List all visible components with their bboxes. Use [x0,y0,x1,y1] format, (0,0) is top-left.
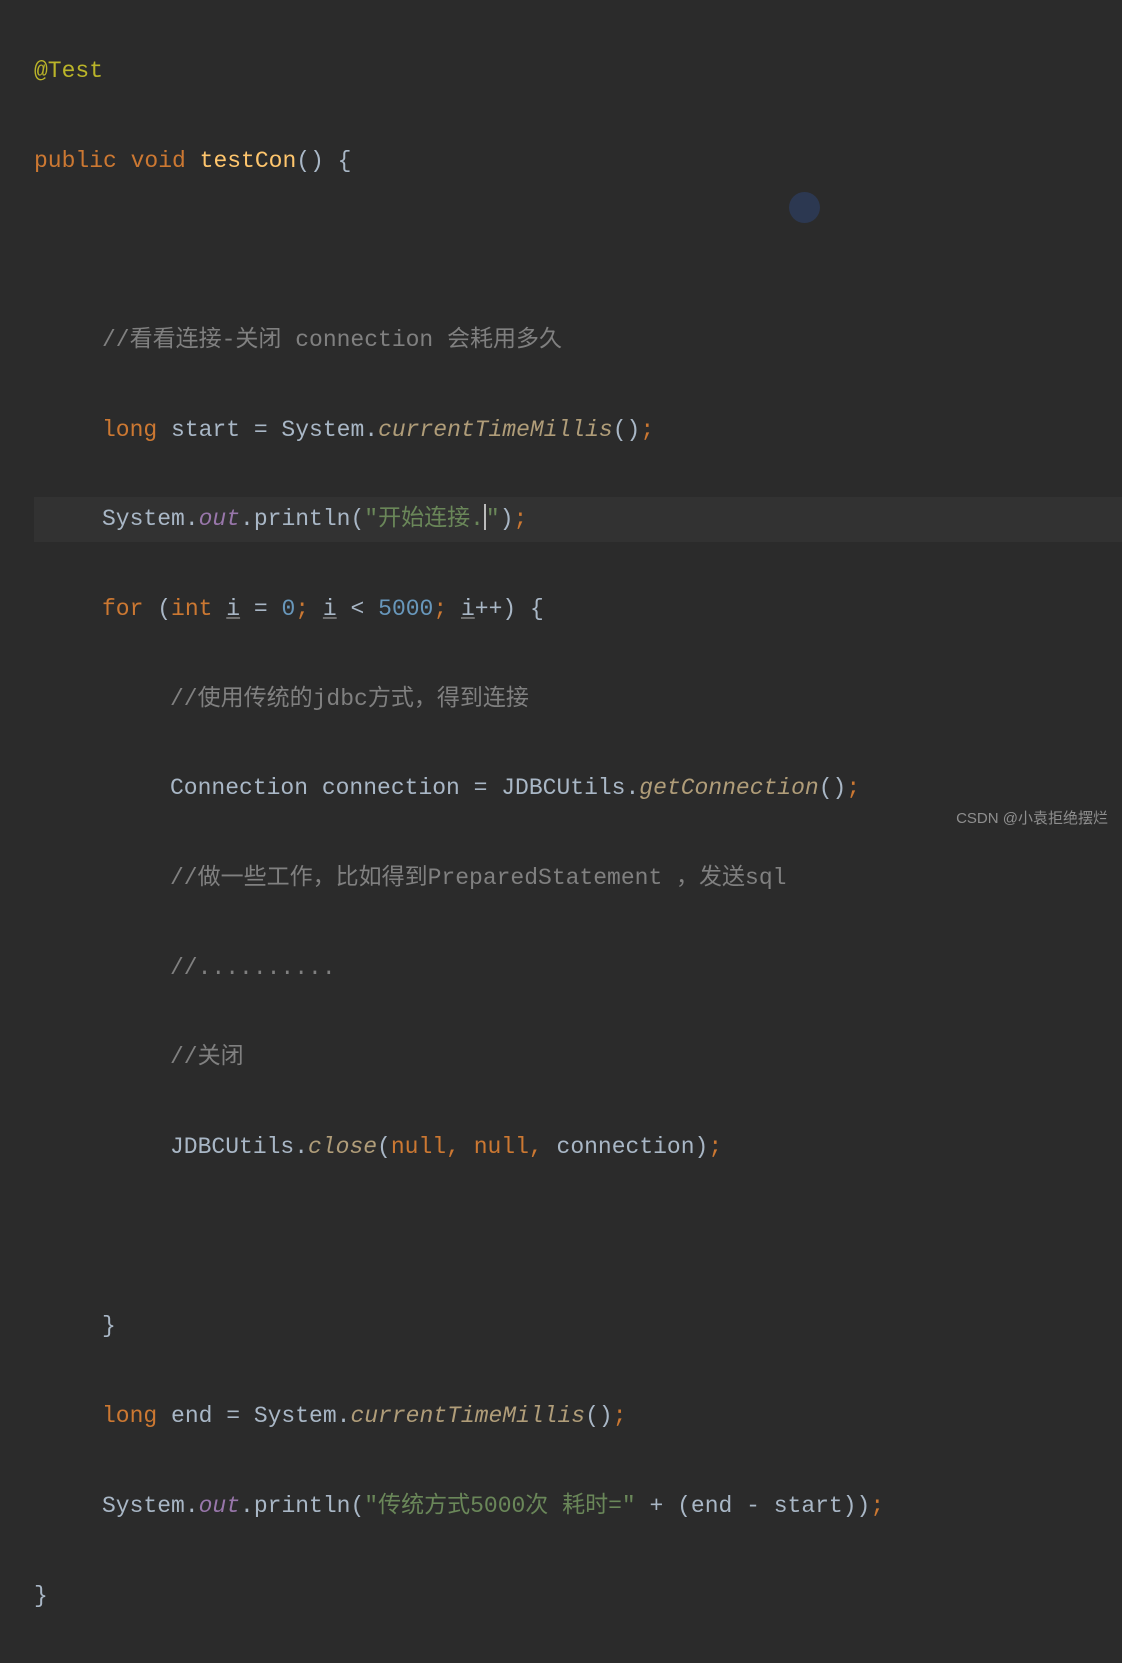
code-line: long start = System.currentTimeMillis(); [34,408,1122,453]
code-line: JDBCUtils.close(null, null, connection); [34,1125,1122,1170]
annotation: @Test [34,58,103,84]
code-line: } [34,1304,1122,1349]
code-line: //做一些工作，比如得到PreparedStatement ，发送sql [34,856,1122,901]
code-line-empty [34,228,1122,273]
code-line: //看看连接-关闭 connection 会耗用多久 [34,318,1122,363]
code-editor[interactable]: @Test public void testCon() { //看看连接-关闭 … [0,4,1122,1663]
code-line: //使用传统的jdbc方式，得到连接 [34,677,1122,722]
code-line: //.......... [34,946,1122,991]
code-line: @Test [34,49,1122,94]
watermark-text: CSDN @小袁拒绝摆烂 [956,804,1108,833]
code-line: for (int i = 0; i < 5000; i++) { [34,587,1122,632]
code-line: } [34,1574,1122,1619]
caret-indicator [789,192,820,223]
code-line: public void testCon() { [34,139,1122,184]
code-line-empty [34,1215,1122,1260]
code-line: System.out.println("传统方式5000次 耗时=" + (en… [34,1484,1122,1529]
code-line: long end = System.currentTimeMillis(); [34,1394,1122,1439]
code-line: //关闭 [34,1035,1122,1080]
code-line-active: System.out.println("开始连接."); [34,497,1122,542]
